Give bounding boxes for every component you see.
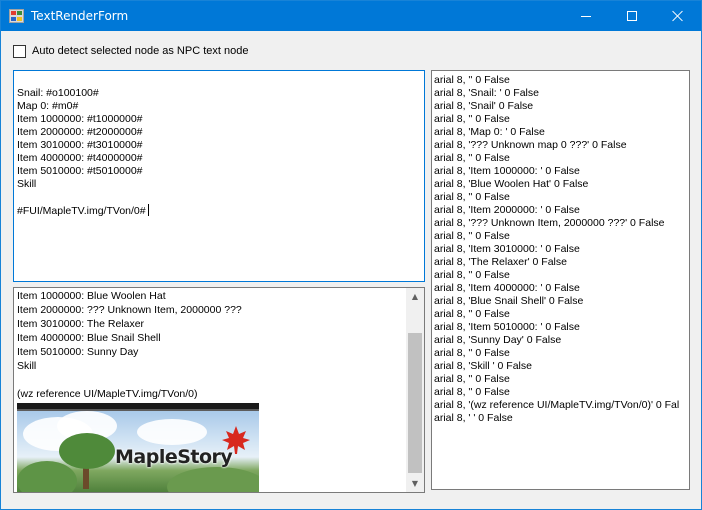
maximize-icon <box>627 11 637 21</box>
auto-detect-option[interactable]: Auto detect selected node as NPC text no… <box>13 43 248 59</box>
log-row[interactable]: arial 8, '' 0 False <box>434 308 689 321</box>
log-row[interactable]: arial 8, 'Item 3010000: ' 0 False <box>434 243 689 256</box>
log-row[interactable]: arial 8, '' 0 False <box>434 269 689 282</box>
preview-line: Item 4000000: Blue Snail Shell <box>17 332 161 344</box>
rendered-preview[interactable]: Item 1000000: Blue Woolen Hat Item 200000… <box>13 287 425 493</box>
preview-line: Item 1000000: Blue Woolen Hat <box>17 290 166 302</box>
log-row[interactable]: arial 8, '??? Unknown map 0 ???' 0 False <box>434 139 689 152</box>
log-row[interactable]: arial 8, 'Item 2000000: ' 0 False <box>434 204 689 217</box>
text-render-window: TextRenderForm Auto detect selected node… <box>0 0 702 510</box>
editor-line: Item 5010000: #t5010000# <box>17 165 143 177</box>
log-row[interactable]: arial 8, 'Snail: ' 0 False <box>434 87 689 100</box>
log-row[interactable]: arial 8, 'Blue Woolen Hat' 0 False <box>434 178 689 191</box>
log-row[interactable]: arial 8, '' 0 False <box>434 373 689 386</box>
log-row[interactable]: arial 8, 'Item 1000000: ' 0 False <box>434 165 689 178</box>
render-log-list[interactable]: arial 8, '' 0 False arial 8, 'Snail: ' 0 … <box>431 70 690 490</box>
editor-line: Skill <box>17 178 37 190</box>
preview-line: Skill <box>17 360 37 372</box>
log-row[interactable]: arial 8, '' 0 False <box>434 152 689 165</box>
log-row[interactable]: arial 8, '(wz reference UI/MapleTV.img/T… <box>434 399 689 412</box>
close-button[interactable] <box>655 1 701 31</box>
window-title: TextRenderForm <box>31 9 129 23</box>
maplestory-logo: MapleStory <box>115 446 233 468</box>
close-icon <box>672 10 684 22</box>
minimize-button[interactable] <box>563 1 609 31</box>
maple-leaf-icon <box>222 426 250 454</box>
log-row[interactable]: arial 8, '' 0 False <box>434 74 689 87</box>
log-row[interactable]: arial 8, '' 0 False <box>434 230 689 243</box>
maple-tv-banner-image: MapleStory <box>17 403 259 492</box>
maximize-button[interactable] <box>609 1 655 31</box>
preview-line: Item 3010000: The Relaxer <box>17 318 145 330</box>
log-row[interactable]: arial 8, ' ' 0 False <box>434 412 689 425</box>
log-row[interactable]: arial 8, '' 0 False <box>434 191 689 204</box>
preview-line: Item 5010000: Sunny Day <box>17 346 139 358</box>
scroll-thumb[interactable] <box>408 333 422 473</box>
editor-line: Snail: #o100100# <box>17 87 99 99</box>
log-row[interactable]: arial 8, 'Item 5010000: ' 0 False <box>434 321 689 334</box>
log-row[interactable]: arial 8, '' 0 False <box>434 386 689 399</box>
log-row[interactable]: arial 8, 'Item 4000000: ' 0 False <box>434 282 689 295</box>
log-row[interactable]: arial 8, 'The Relaxer' 0 False <box>434 256 689 269</box>
app-icon[interactable] <box>9 9 24 23</box>
preview-line: Item 2000000: ??? Unknown Item, 2000000 … <box>17 304 242 316</box>
editor-line: Item 3010000: #t3010000# <box>17 139 143 151</box>
editor-line: Map 0: #m0# <box>17 100 79 112</box>
preview-text: Item 1000000: Blue Woolen Hat Item 200000… <box>17 290 424 402</box>
log-row[interactable]: arial 8, '??? Unknown Item, 2000000 ???'… <box>434 217 689 230</box>
auto-detect-label[interactable]: Auto detect selected node as NPC text no… <box>32 45 248 57</box>
log-row[interactable]: arial 8, 'Snail' 0 False <box>434 100 689 113</box>
scroll-down-icon[interactable]: ▼ <box>406 475 424 492</box>
preview-scrollbar[interactable]: ▲ ▼ <box>406 288 424 492</box>
log-row[interactable]: arial 8, 'Skill ' 0 False <box>434 360 689 373</box>
auto-detect-checkbox[interactable] <box>13 44 26 58</box>
editor-line: Item 1000000: #t1000000# <box>17 113 143 125</box>
log-row[interactable]: arial 8, 'Map 0: ' 0 False <box>434 126 689 139</box>
scroll-up-icon[interactable]: ▲ <box>406 288 424 305</box>
log-row[interactable]: arial 8, '' 0 False <box>434 347 689 360</box>
preview-line <box>17 374 424 388</box>
log-row[interactable]: arial 8, 'Blue Snail Shell' 0 False <box>434 295 689 308</box>
log-row[interactable]: arial 8, 'Sunny Day' 0 False <box>434 334 689 347</box>
text-caret <box>147 204 149 216</box>
minimize-icon <box>581 15 591 17</box>
editor-line: Item 4000000: #t4000000# <box>17 152 143 164</box>
editor-line: #FUI/MapleTV.img/TVon/0# <box>17 204 420 217</box>
preview-line: (wz reference UI/MapleTV.img/TVon/0) <box>17 388 198 400</box>
log-row[interactable]: arial 8, '' 0 False <box>434 113 689 126</box>
editor-line: Item 2000000: #t2000000# <box>17 126 143 138</box>
npc-text-editor[interactable]: Snail: #o100100# Map 0: #m0# Item 1000000:… <box>13 70 425 282</box>
title-bar[interactable]: TextRenderForm <box>1 1 701 31</box>
